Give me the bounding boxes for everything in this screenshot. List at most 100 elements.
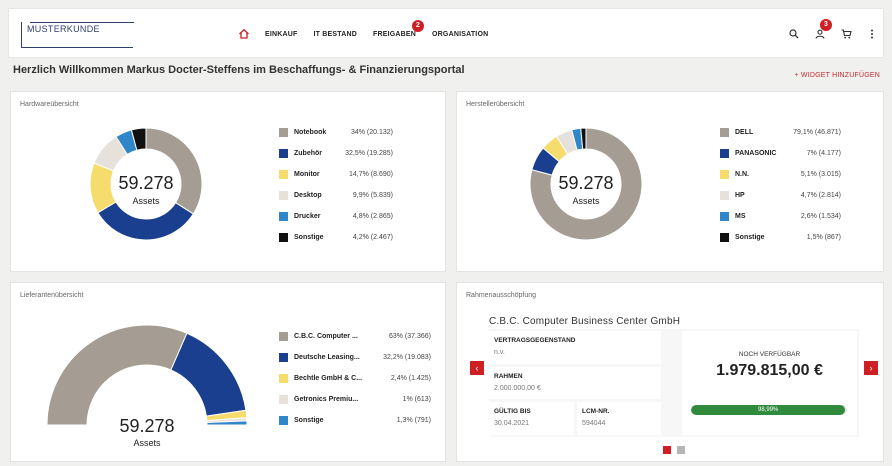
legend-label: Drucker (294, 212, 321, 220)
logo-bar (30, 22, 134, 23)
page-title: Herzlich Willkommen Markus Docter-Steffe… (13, 64, 465, 76)
legend-item-ms[interactable]: MS 2,6% (1.534) (720, 211, 841, 221)
frame-label: RAHMEN (494, 373, 523, 380)
prev-arrow-button[interactable]: ‹ (470, 361, 484, 375)
legend-swatch (279, 169, 288, 179)
available-label: NOCH VERFÜGBAR (738, 351, 801, 358)
valid-until-box: GÜLTIG BIS 30.04.2021 (489, 402, 574, 435)
lcm-box: LCM-NR. 594044 (577, 402, 661, 435)
legend-value: 14,7% (8.690) (349, 170, 393, 178)
legend-swatch (720, 211, 729, 221)
legend-item-sonstige[interactable]: Sonstige 1,5% (867) (720, 232, 841, 242)
slice-c-b-c-computer[interactable] (46, 324, 188, 426)
legend-value: 4,7% (2.814) (800, 191, 841, 199)
legend-item-notebook[interactable]: Notebook 34% (20.132) (279, 127, 393, 137)
nav-item-organisation[interactable]: ORGANISATION (432, 31, 488, 38)
legend-swatch (279, 190, 288, 200)
legend-item-panasonic[interactable]: PANASONIC 7% (4.177) (720, 148, 841, 158)
add-widget-button[interactable]: + WIDGET HINZUFÜGEN (794, 72, 880, 79)
utilization-progress-bar: 98,99% (691, 405, 847, 415)
legend-swatch (279, 127, 288, 137)
card-title: Hardwareübersicht (20, 101, 79, 108)
legend-value: 4,8% (2.865) (352, 212, 393, 220)
hardware-total-label: Assets (132, 196, 160, 206)
supplier-total-label: Assets (133, 438, 161, 448)
subject-label: VERTRAGSGEGENSTAND (494, 337, 576, 344)
nav-item-freigaben[interactable]: FREIGABEN 2 (373, 19, 424, 38)
legend-item-deutsche-leasing[interactable]: Deutsche Leasing... 32,2% (19.083) (279, 352, 431, 362)
legend-swatch (279, 232, 288, 242)
legend-swatch (279, 352, 288, 362)
pagination-dot-active[interactable] (663, 446, 671, 454)
card-title: Lieferantenübersicht (20, 292, 84, 299)
user-button[interactable]: 3 (813, 19, 832, 41)
manufacturer-legend: DELL 79,1% (46.871) PANASONIC 7% (4.177) N.N… (720, 127, 841, 253)
utilization-progress-fill: 98,99% (691, 405, 846, 415)
legend-label: Desktop (294, 191, 322, 199)
pagination-dot[interactable] (677, 446, 685, 454)
legend-item-zubeh-r[interactable]: Zubehör 32,5% (19.285) (279, 148, 393, 158)
manufacturer-total-label: Assets (572, 196, 600, 206)
legend-item-monitor[interactable]: Monitor 14,7% (8.690) (279, 169, 393, 179)
legend-value: 79,1% (46.871) (793, 128, 841, 136)
next-arrow-button[interactable]: › (864, 361, 878, 375)
legend-item-sonstige[interactable]: Sonstige 4,2% (2.467) (279, 232, 393, 242)
legend-label: Notebook (294, 128, 327, 136)
nav-item-einkauf[interactable]: EINKAUF (265, 31, 298, 38)
legend-swatch (720, 127, 729, 137)
logo-text: MUSTERKUNDE (27, 24, 100, 34)
legend-label: Monitor (294, 170, 320, 178)
cart-button[interactable] (839, 27, 853, 41)
legend-label: MS (735, 212, 746, 220)
legend-item-getronics-premiu[interactable]: Getronics Premiu... 1% (613) (279, 394, 431, 404)
more-button[interactable] (865, 27, 879, 41)
framework-company: C.B.C. Computer Business Center GmbH (489, 316, 681, 327)
legend-item-bechtle-gmbh-c[interactable]: Bechtle GmbH & C... 2,4% (1.425) (279, 373, 431, 383)
slice-deutsche-leasing[interactable] (170, 332, 247, 417)
valid-until-label: GÜLTIG BIS (494, 408, 531, 415)
legend-swatch (279, 394, 288, 404)
legend-value: 7% (4.177) (806, 149, 841, 157)
legend-item-c-b-c-computer[interactable]: C.B.C. Computer ... 63% (37.366) (279, 331, 431, 341)
home-icon[interactable] (238, 28, 250, 40)
search-button[interactable] (787, 27, 801, 41)
legend-swatch (720, 190, 729, 200)
manufacturer-total: 59.278 (558, 173, 614, 193)
manufacturer-overview-card: Herstellerübersicht 59.278 Assets DELL 79… (456, 91, 884, 272)
nav-item-it-bestand[interactable]: IT BESTAND (314, 31, 357, 38)
slice-zubeh-r[interactable] (97, 201, 195, 241)
legend-label: Deutsche Leasing... (294, 353, 360, 361)
toolbar: 3 (775, 19, 879, 41)
legend-swatch (279, 373, 288, 383)
legend-item-desktop[interactable]: Desktop 9,9% (5.839) (279, 190, 393, 200)
freigaben-badge: 2 (412, 19, 424, 32)
legend-label: C.B.C. Computer ... (294, 332, 358, 340)
user-badge: 3 (820, 19, 832, 31)
available-box: NOCH VERFÜGBAR 1.979.815,00 € 98,99% (682, 331, 857, 435)
logo[interactable]: MUSTERKUNDE (21, 22, 134, 48)
legend-value: 2,6% (1.534) (800, 212, 841, 220)
search-icon (789, 29, 799, 39)
legend-value: 1,5% (867) (806, 233, 841, 241)
legend-item-hp[interactable]: HP 4,7% (2.814) (720, 190, 841, 200)
legend-label: Sonstige (294, 416, 324, 424)
frame-box: RAHMEN 2.000.000,00 € (489, 367, 661, 399)
legend-item-sonstige[interactable]: Sonstige 1,3% (791) (279, 415, 431, 425)
legend-value: 1,3% (791) (396, 416, 431, 424)
legend-swatch (279, 211, 288, 221)
legend-label: PANASONIC (735, 149, 777, 157)
legend-item-dell[interactable]: DELL 79,1% (46.871) (720, 127, 841, 137)
legend-label: HP (735, 191, 745, 199)
top-bar: MUSTERKUNDE EINKAUF IT BESTAND FREIGABEN… (8, 8, 884, 58)
hardware-overview-card: Hardwareübersicht 59.278 Assets Notebook… (10, 91, 446, 272)
subject-box: VERTRAGSGEGENSTAND n.v. (489, 331, 661, 364)
hardware-legend: Notebook 34% (20.132) Zubehör 32,5% (19.285… (279, 127, 393, 253)
legend-swatch (279, 148, 288, 158)
framework-utilization-card: Rahmenausschöpfung C.B.C. Computer Busin… (456, 282, 884, 462)
card-title: Herstellerübersicht (466, 101, 525, 108)
legend-label: DELL (735, 128, 754, 136)
legend-label: N.N. (735, 170, 749, 178)
legend-item-drucker[interactable]: Drucker 4,8% (2.865) (279, 211, 393, 221)
legend-item-n-n[interactable]: N.N. 5,1% (3.015) (720, 169, 841, 179)
more-icon (871, 29, 873, 39)
